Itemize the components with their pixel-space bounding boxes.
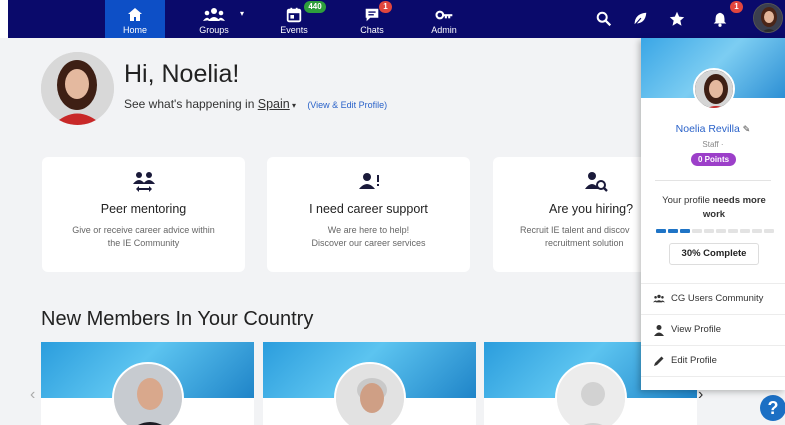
card-hiring[interactable]: Are you hiring? Recruit IE talent and di… — [493, 157, 648, 272]
menu-item-label: View Profile — [671, 324, 721, 335]
progress-segment — [704, 229, 714, 233]
calendar-icon — [286, 7, 302, 23]
progress-segment — [656, 229, 666, 233]
profile-complete-button[interactable]: 30% Complete — [669, 243, 759, 265]
progress-segment — [752, 229, 762, 233]
nav-home-label: Home — [122, 25, 147, 35]
nav-admin[interactable]: Admin — [414, 0, 474, 38]
profile-status-emphasis: needs more work — [702, 195, 766, 220]
card-description: Recruit IE talent and discov recruitment… — [493, 224, 648, 250]
card-description: We are here to help! Discover our career… — [267, 224, 470, 250]
events-count-badge: 440 — [304, 1, 326, 13]
profile-avatar — [41, 52, 114, 125]
member-card[interactable] — [41, 342, 254, 425]
card-description-line: We are here to help! — [327, 225, 410, 235]
groups-icon — [203, 8, 225, 21]
search-icon[interactable] — [595, 10, 613, 28]
points-badge: 0 Points — [691, 153, 736, 166]
pencil-icon[interactable]: ✎ — [743, 124, 751, 134]
nav-home[interactable]: Home — [105, 0, 165, 38]
leaf-icon[interactable] — [631, 10, 649, 28]
user-icon — [654, 325, 664, 336]
member-avatar — [334, 362, 406, 425]
user-avatar-button[interactable] — [753, 3, 783, 33]
greeting-title: Hi, Noelia! — [124, 60, 240, 88]
chats-count-badge: 1 — [379, 1, 392, 13]
card-description-line: Recruit IE talent and discov — [520, 225, 630, 235]
divider — [655, 180, 771, 181]
nav-events-label: Events — [280, 25, 308, 35]
nav-chats-label: Chats — [360, 25, 384, 35]
hiring-icon — [585, 172, 608, 192]
card-title: Peer mentoring — [100, 202, 187, 216]
bell-icon[interactable] — [711, 10, 729, 28]
community-icon — [653, 294, 665, 303]
top-navbar: Home Groups ▾ Events 440 Chats 1 Admin 1 — [0, 0, 785, 38]
progress-segment — [728, 229, 738, 233]
card-description-line: the IE Community — [107, 238, 180, 248]
nav-groups[interactable]: Groups ▾ — [184, 0, 244, 38]
card-description: Give or receive career advice within the… — [42, 224, 245, 250]
menu-item-view-profile[interactable]: View Profile — [641, 314, 785, 344]
progress-segment — [668, 229, 678, 233]
menu-item-edit-profile[interactable]: Edit Profile — [641, 345, 785, 375]
profile-dropdown: Noelia Revilla ✎ Staff · 0 Points Your p… — [641, 38, 785, 390]
member-avatar — [555, 362, 627, 425]
home-icon — [128, 8, 142, 21]
profile-status-prefix: Your profile — [662, 195, 710, 206]
menu-item-label: CG Users Community — [671, 293, 764, 304]
card-peer-mentoring[interactable]: Peer mentoring Give or receive career ad… — [42, 157, 245, 272]
menu-item-cg-users-community[interactable]: CG Users Community — [641, 283, 785, 313]
profile-status: Your profile needs more work — [651, 194, 777, 222]
chevron-down-icon[interactable]: ▾ — [290, 101, 296, 110]
nav-admin-label: Admin — [431, 25, 457, 35]
star-icon[interactable] — [668, 10, 686, 28]
carousel-prev-button[interactable]: ‹ — [30, 386, 35, 404]
help-button[interactable]: ? — [760, 395, 785, 421]
profile-name-link[interactable]: Noelia Revilla — [676, 123, 740, 135]
profile-dropdown-avatar — [693, 68, 735, 110]
card-title: I need career support — [309, 202, 428, 216]
profile-name: Noelia Revilla ✎ — [641, 123, 785, 135]
view-edit-profile-link[interactable]: (View & Edit Profile) — [307, 100, 387, 110]
card-title: Are you hiring? — [549, 202, 634, 216]
profile-role: Staff · — [702, 140, 724, 149]
profile-progress-bar — [656, 229, 774, 233]
avatar — [754, 4, 782, 32]
notifications-badge: 1 — [730, 1, 743, 13]
nav-chats[interactable]: Chats 1 — [342, 0, 402, 38]
card-career-support[interactable]: I need career support We are here to hel… — [267, 157, 470, 272]
peer-mentoring-icon — [132, 172, 155, 192]
chevron-down-icon[interactable]: ▾ — [240, 9, 244, 18]
progress-segment — [692, 229, 702, 233]
nav-events[interactable]: Events 440 — [264, 0, 326, 38]
card-description-line: Give or receive career advice within — [72, 225, 215, 235]
progress-segment — [740, 229, 750, 233]
pencil-icon — [654, 356, 664, 366]
member-avatar — [112, 362, 184, 425]
section-title: New Members In Your Country — [41, 308, 314, 330]
career-support-icon — [358, 173, 379, 189]
country-selector[interactable]: Spain — [258, 97, 290, 111]
greeting-subtitle: See what's happening in Spain ▾ (View & … — [124, 97, 387, 111]
progress-segment — [764, 229, 774, 233]
nav-groups-label: Groups — [199, 25, 229, 35]
progress-segment — [680, 229, 690, 233]
progress-segment — [716, 229, 726, 233]
card-description-line: Discover our career services — [311, 238, 426, 248]
card-description-line: recruitment solution — [545, 238, 624, 248]
greeting-subtitle-prefix: See what's happening in — [124, 97, 255, 111]
navbar-bar: Home Groups ▾ Events 440 Chats 1 Admin 1 — [8, 0, 785, 38]
member-card[interactable] — [263, 342, 476, 425]
key-icon — [435, 10, 453, 20]
menu-item-label: Edit Profile — [671, 355, 717, 366]
menu-item-partial[interactable] — [641, 376, 785, 390]
